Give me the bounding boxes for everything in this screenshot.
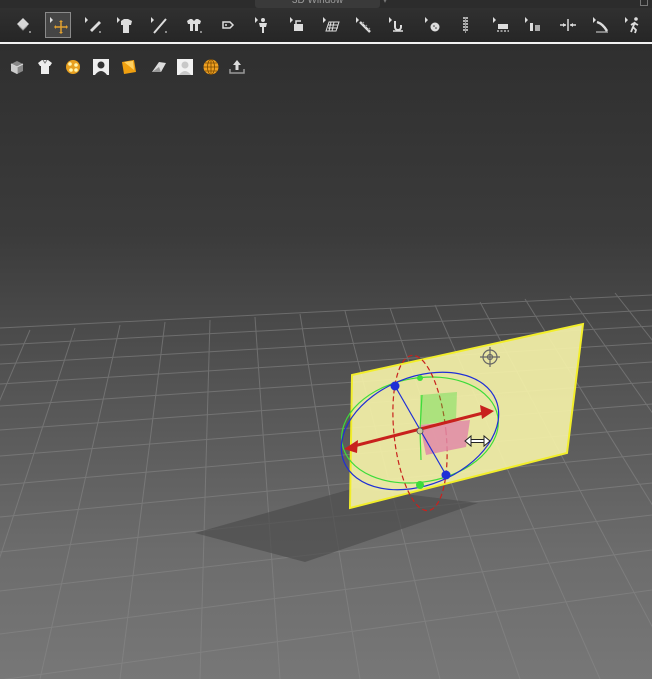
avatar-bust-icon[interactable] <box>90 56 112 78</box>
shirt-icon[interactable] <box>112 12 138 38</box>
figure-icon[interactable] <box>250 12 276 38</box>
diamond-select-icon[interactable] <box>10 12 36 38</box>
fabric-orange-icon[interactable] <box>118 56 140 78</box>
ruler-diagonal-icon[interactable] <box>351 12 377 38</box>
window-title-bar: 3D Window ▾ <box>0 0 652 8</box>
stitch-icon[interactable] <box>488 12 514 38</box>
strap-icon[interactable] <box>588 12 614 38</box>
globe-icon[interactable] <box>200 56 222 78</box>
chevron-down-icon[interactable]: ▾ <box>383 0 387 5</box>
zipper-icon[interactable] <box>452 12 478 38</box>
pattern-shadow <box>195 488 478 562</box>
upload-tray-icon[interactable] <box>226 56 248 78</box>
tape-icon[interactable] <box>285 12 311 38</box>
plane-icon[interactable] <box>148 56 170 78</box>
needle-icon[interactable] <box>146 12 172 38</box>
grid-icon[interactable] <box>318 12 344 38</box>
window-title-tab[interactable]: 3D Window <box>255 0 380 8</box>
3d-window: 3D Window ▾ <box>0 0 652 679</box>
gizmo-handle-blue-bottom <box>441 470 451 480</box>
shirt-white-icon[interactable] <box>34 56 56 78</box>
walking-person-icon[interactable] <box>620 12 646 38</box>
piping-icon[interactable] <box>520 12 546 38</box>
main-toolbar <box>0 8 652 42</box>
tag-arrow-icon[interactable] <box>215 12 241 38</box>
gizmo-handle-blue-top <box>390 381 400 391</box>
scene-canvas[interactable] <box>0 44 652 679</box>
hook-icon[interactable] <box>384 12 410 38</box>
align-arrows-icon[interactable] <box>555 12 581 38</box>
gizmo-handle-green-bottom <box>416 481 424 489</box>
pen-edit-icon[interactable] <box>80 12 106 38</box>
3d-viewport[interactable] <box>0 44 652 679</box>
maximize-icon[interactable] <box>640 0 648 6</box>
button-icon[interactable] <box>420 12 446 38</box>
portrait-icon[interactable] <box>174 56 196 78</box>
cube-icon[interactable] <box>6 56 28 78</box>
shirts-pair-icon[interactable] <box>181 12 207 38</box>
gizmo-handle-green-top <box>417 375 423 381</box>
texture-icon[interactable] <box>62 56 84 78</box>
move-cross-icon[interactable] <box>45 12 71 38</box>
